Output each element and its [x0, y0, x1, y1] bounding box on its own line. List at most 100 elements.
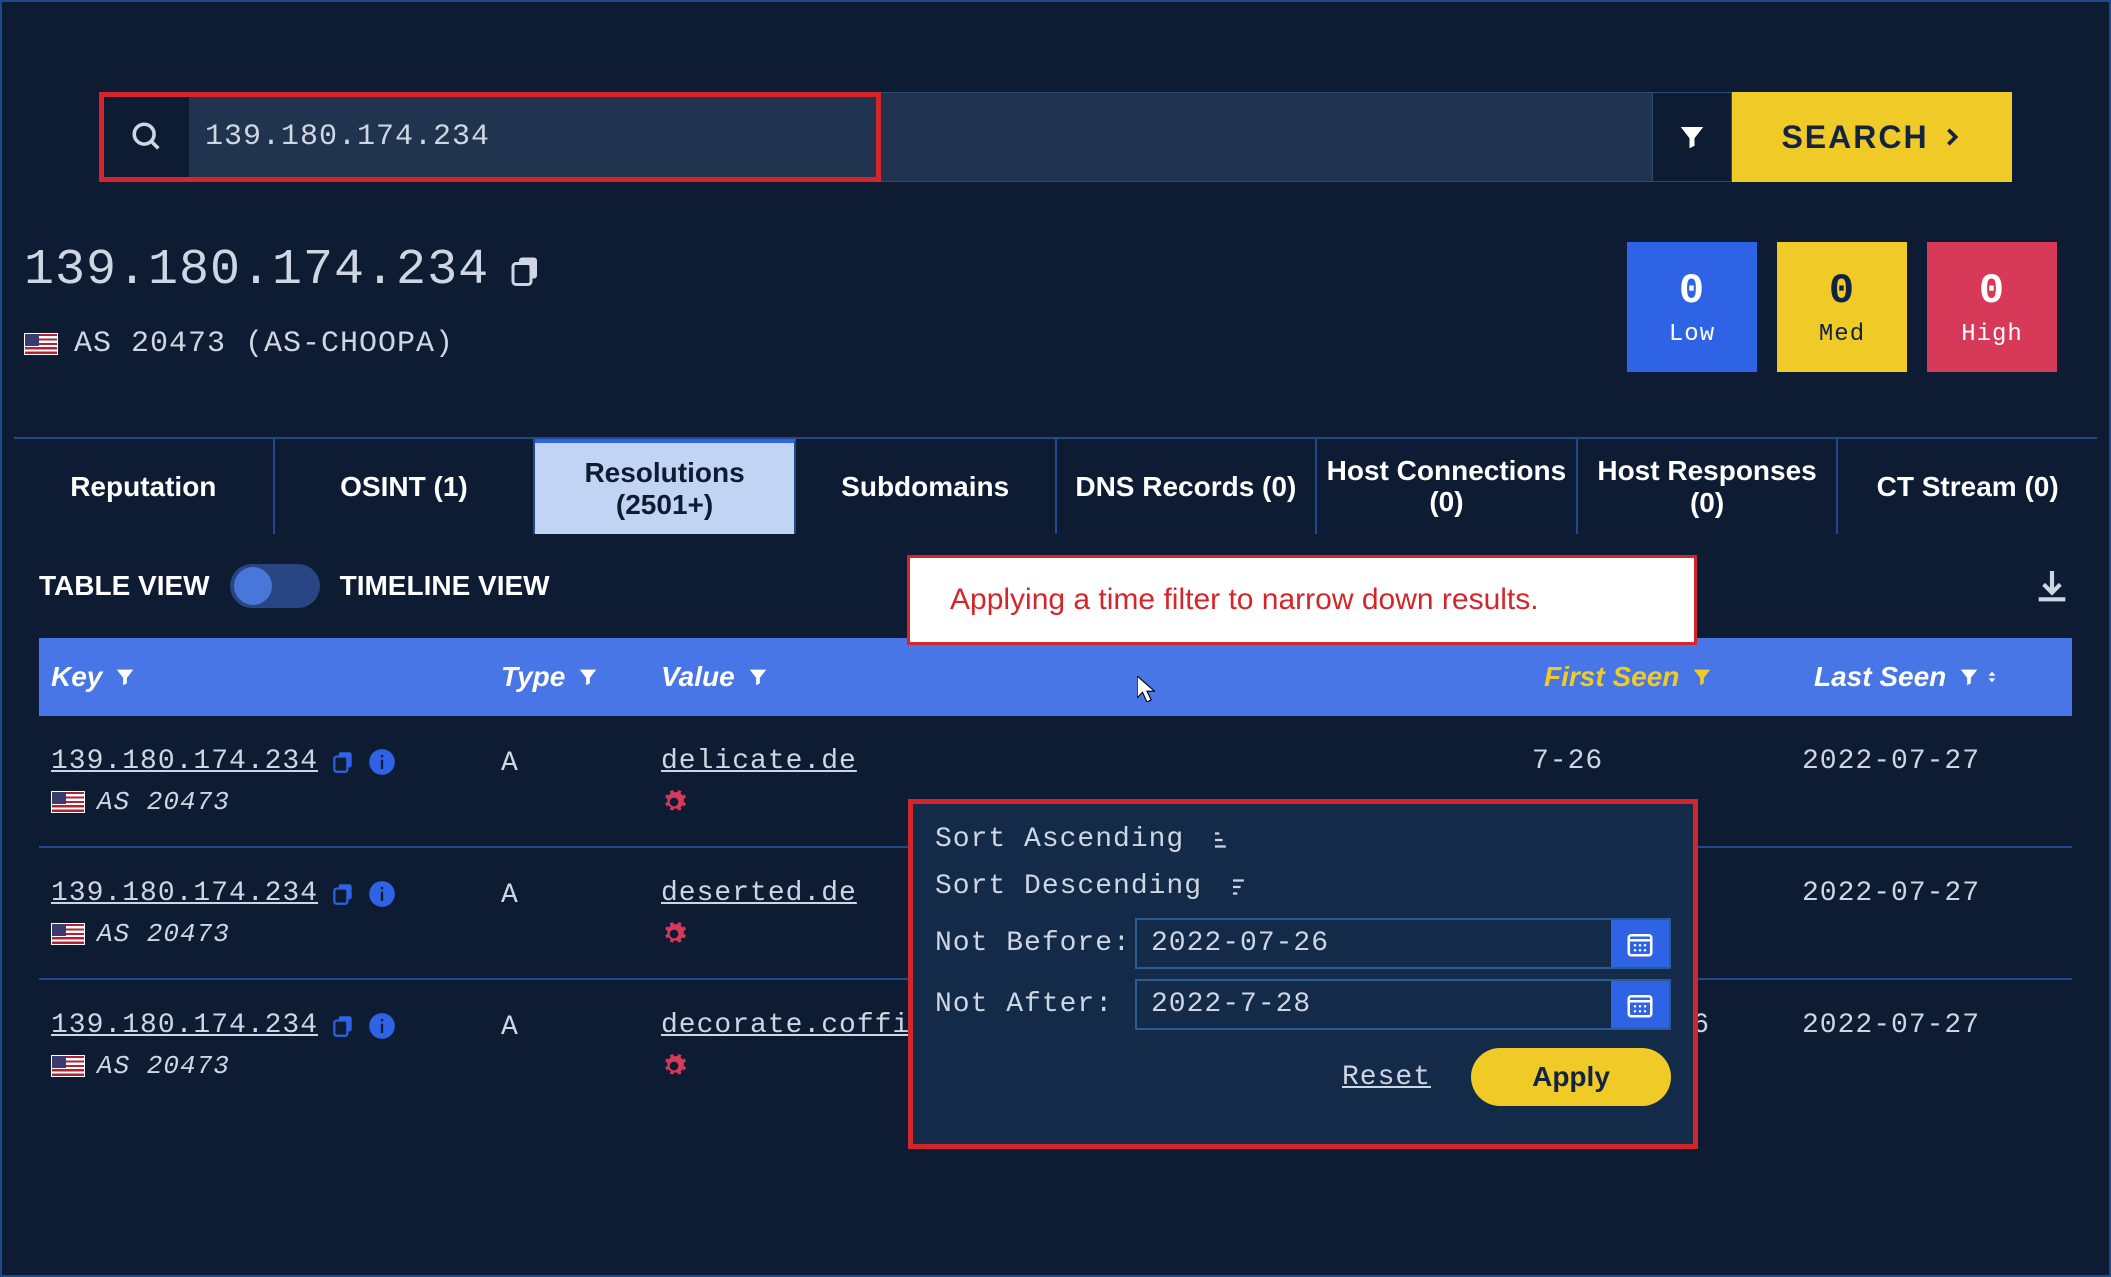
col-last-seen-label: Last Seen [1814, 661, 1946, 693]
table-header: Key Type Value First Seen Last Seen [39, 638, 2072, 716]
tab-bar: Reputation OSINT (1) Resolutions (2501+)… [14, 437, 2097, 534]
row-asn: AS 20473 [97, 919, 230, 949]
row-key-link[interactable]: 139.180.174.234 [51, 1010, 318, 1041]
score-low-value: 0 [1679, 267, 1705, 315]
gear-icon[interactable] [661, 1053, 687, 1079]
row-type: A [501, 878, 661, 911]
search-input-frame: 139.180.174.234 [99, 92, 881, 182]
sort-asc-icon [1202, 827, 1228, 853]
search-button[interactable]: SEARCH [1732, 92, 2012, 182]
col-value[interactable]: Value [649, 661, 1532, 693]
flag-us-icon [51, 923, 85, 945]
col-last-seen[interactable]: Last Seen [1802, 661, 2072, 693]
row-key-link[interactable]: 139.180.174.234 [51, 746, 318, 777]
flag-us-icon [51, 791, 85, 813]
sort-descending-option[interactable]: Sort Descending [935, 871, 1671, 902]
info-icon[interactable] [368, 1012, 396, 1040]
sort-asc-label: Sort Ascending [935, 824, 1184, 855]
not-after-row: Not After: 2022-7-28 [935, 979, 1671, 1030]
col-value-label: Value [661, 661, 735, 693]
tab-reputation[interactable]: Reputation [14, 439, 275, 534]
col-key[interactable]: Key [39, 661, 489, 693]
col-first-seen-label: First Seen [1544, 661, 1679, 693]
info-icon[interactable] [368, 748, 396, 776]
row-type: A [501, 746, 661, 779]
timeline-view-label: TIMELINE VIEW [340, 570, 550, 602]
col-key-label: Key [51, 661, 102, 693]
col-type[interactable]: Type [489, 661, 649, 693]
search-input-extra[interactable] [881, 92, 1653, 182]
copy-icon[interactable] [330, 1013, 356, 1039]
row-last-seen: 2022-07-27 [1802, 746, 2072, 777]
not-after-input[interactable]: 2022-7-28 [1137, 981, 1611, 1028]
score-med: 0 Med [1777, 242, 1907, 372]
row-key-link[interactable]: 139.180.174.234 [51, 878, 318, 909]
tab-ct-stream[interactable]: CT Stream (0) [1838, 439, 2097, 534]
view-toggle[interactable] [230, 564, 320, 608]
sort-ascending-option[interactable]: Sort Ascending [935, 824, 1671, 855]
tab-host-responses[interactable]: Host Responses (0) [1578, 439, 1839, 534]
calendar-icon[interactable] [1611, 920, 1669, 967]
reputation-scores: 0 Low 0 Med 0 High [1627, 242, 2057, 372]
sort-desc-label: Sort Descending [935, 871, 1202, 902]
funnel-icon [114, 666, 136, 688]
annotation-callout: Applying a time filter to narrow down re… [907, 555, 1697, 645]
col-type-label: Type [501, 661, 565, 693]
calendar-icon[interactable] [1611, 981, 1669, 1028]
not-before-input[interactable]: 2022-07-26 [1137, 920, 1611, 967]
score-high: 0 High [1927, 242, 2057, 372]
tab-osint[interactable]: OSINT (1) [275, 439, 536, 534]
apply-button[interactable]: Apply [1471, 1048, 1671, 1106]
row-first-seen: 7-26 [1532, 746, 1802, 777]
ip-header: 139.180.174.234 AS 20473 (AS-CHOOPA) 0 L… [24, 242, 2097, 372]
copy-icon[interactable] [330, 881, 356, 907]
funnel-icon [577, 666, 599, 688]
score-low: 0 Low [1627, 242, 1757, 372]
not-after-label: Not After: [935, 989, 1135, 1020]
ip-title: 139.180.174.234 [24, 242, 1627, 299]
sort-desc-icon [1220, 874, 1246, 900]
annotation-text: Applying a time filter to narrow down re… [950, 583, 1539, 617]
tab-subdomains[interactable]: Subdomains [796, 439, 1057, 534]
download-icon[interactable] [2032, 566, 2072, 606]
score-high-value: 0 [1979, 267, 2005, 315]
tab-resolutions[interactable]: Resolutions (2501+) [535, 439, 796, 534]
table-view-label: TABLE VIEW [39, 570, 210, 602]
row-type: A [501, 1010, 661, 1043]
funnel-icon [747, 666, 769, 688]
not-before-row: Not Before: 2022-07-26 [935, 918, 1671, 969]
score-low-label: Low [1669, 321, 1715, 348]
ip-asn-line: AS 20473 (AS-CHOOPA) [24, 327, 1627, 361]
row-asn: AS 20473 [97, 1051, 230, 1081]
asn-text: AS 20473 (AS-CHOOPA) [74, 327, 454, 361]
chevron-right-icon [1941, 126, 1963, 148]
copy-icon[interactable] [507, 253, 543, 289]
row-value-link[interactable]: delicate.de [661, 746, 857, 777]
funnel-icon [1691, 666, 1713, 688]
search-input[interactable]: 139.180.174.234 [189, 97, 876, 177]
reset-button[interactable]: Reset [1342, 1062, 1431, 1093]
copy-icon[interactable] [330, 749, 356, 775]
funnel-icon [1958, 666, 1980, 688]
info-icon[interactable] [368, 880, 396, 908]
score-med-label: Med [1819, 321, 1865, 348]
row-value-link[interactable]: deserted.de [661, 878, 857, 909]
col-first-seen[interactable]: First Seen [1532, 661, 1802, 693]
cursor-icon [1137, 676, 1159, 702]
search-bar: 139.180.174.234 SEARCH [99, 92, 2012, 182]
first-seen-filter-popup: Sort Ascending Sort Descending Not Befor… [908, 799, 1698, 1149]
search-button-label: SEARCH [1781, 119, 1928, 156]
row-last-seen: 2022-07-27 [1802, 878, 2072, 909]
gear-icon[interactable] [661, 789, 687, 815]
score-med-value: 0 [1829, 267, 1855, 315]
row-asn: AS 20473 [97, 787, 230, 817]
ip-text: 139.180.174.234 [24, 242, 489, 299]
gear-icon[interactable] [661, 921, 687, 947]
search-icon [104, 97, 189, 177]
filter-icon[interactable] [1652, 92, 1732, 182]
tab-host-connections[interactable]: Host Connections (0) [1317, 439, 1578, 534]
flag-us-icon [51, 1055, 85, 1077]
sort-desc-icon [1984, 666, 2000, 688]
tab-dns-records[interactable]: DNS Records (0) [1057, 439, 1318, 534]
not-before-label: Not Before: [935, 928, 1135, 959]
